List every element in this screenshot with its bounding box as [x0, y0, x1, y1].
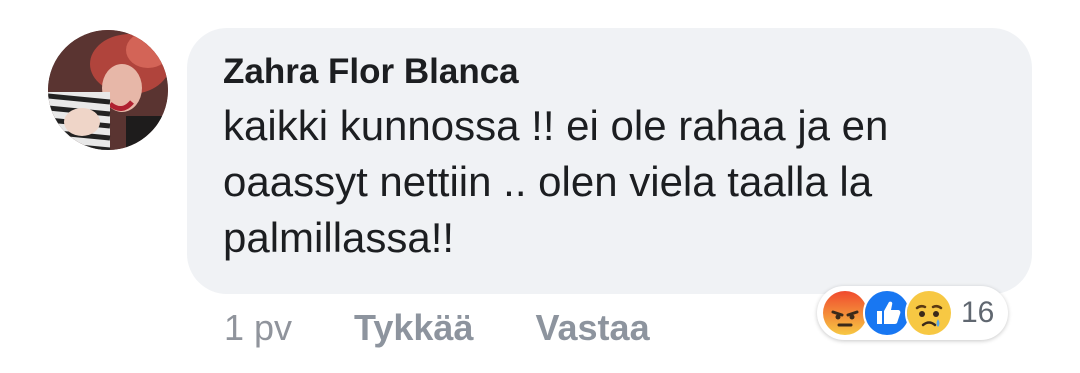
reaction-count: 16	[961, 296, 995, 329]
sad-reaction-icon	[905, 289, 953, 337]
angry-reaction-icon	[821, 289, 869, 337]
profile-photo-icon	[48, 30, 168, 150]
reply-button[interactable]: Vastaa	[535, 307, 649, 349]
comment: Zahra Flor Blanca kaikki kunnossa !! ei …	[0, 0, 1080, 373]
author-name[interactable]: Zahra Flor Blanca	[223, 50, 996, 94]
avatar[interactable]	[48, 30, 168, 150]
like-reaction-icon	[863, 289, 911, 337]
timestamp[interactable]: 1 pv	[224, 307, 292, 349]
like-button[interactable]: Tykkää	[354, 307, 473, 349]
comment-actions: 1 pv Tykkää Vastaa	[224, 305, 650, 351]
comment-text: kaikki kunnossa !! ei ole rahaa ja en oa…	[223, 102, 889, 261]
reactions-summary[interactable]: 16	[817, 286, 1009, 340]
comment-bubble: Zahra Flor Blanca kaikki kunnossa !! ei …	[187, 28, 1032, 294]
